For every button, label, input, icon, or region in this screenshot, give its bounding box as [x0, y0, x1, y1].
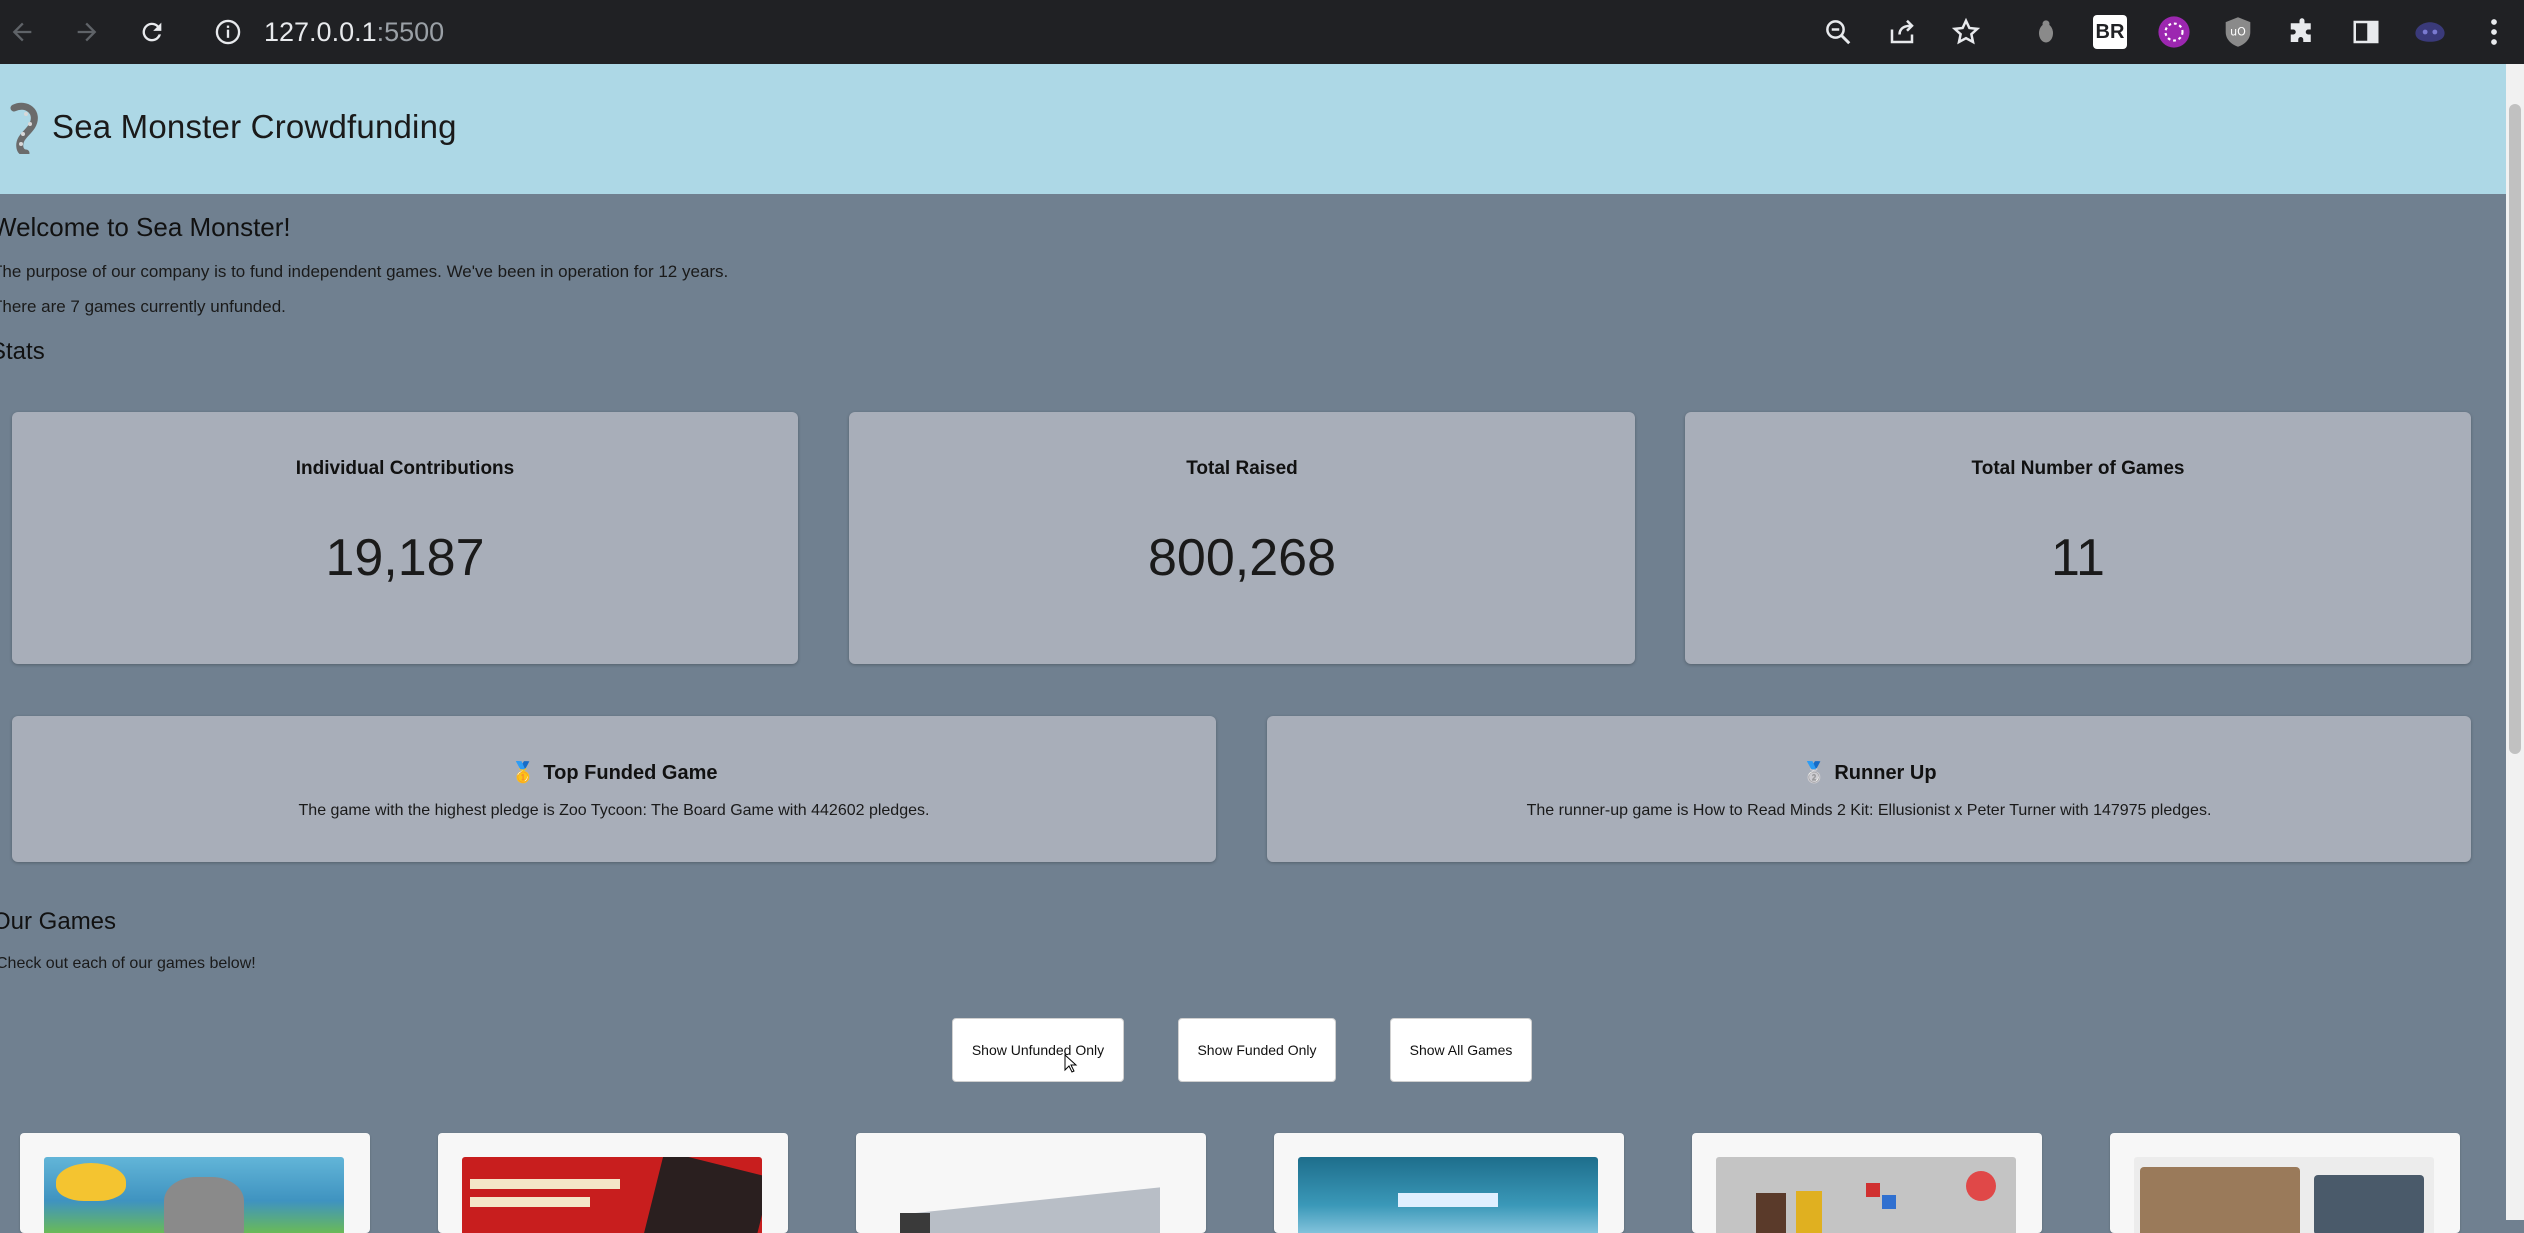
ghost-extension-icon[interactable]: [2410, 12, 2450, 52]
runner-up-description: The runner-up game is How to Read Minds …: [1526, 802, 2212, 819]
game-card[interactable]: [2110, 1133, 2460, 1233]
zoo-tycoon-game-image: [44, 1157, 344, 1233]
game-card[interactable]: [1692, 1133, 2042, 1233]
top-funded-title: 🥇 Top Funded Game: [12, 760, 1216, 785]
menu-kebab-icon[interactable]: [2474, 12, 2514, 52]
extension-bug-icon[interactable]: [2026, 12, 2066, 52]
br-extension-icon[interactable]: BR: [2090, 12, 2130, 52]
show-funded-button[interactable]: Show Funded Only: [1178, 1018, 1336, 1082]
runner-up-card: 🥈 Runner Up The runner-up game is How to …: [1267, 716, 2471, 862]
contributions-label: Individual Contributions: [295, 458, 515, 479]
puzzle-extensions-icon[interactable]: [2282, 12, 2322, 52]
bookmark-star-icon[interactable]: [1946, 12, 1986, 52]
purple-extension-icon[interactable]: [2154, 12, 2194, 52]
our-games-heading: Our Games: [0, 908, 117, 935]
adventure-board-game-image: [2134, 1157, 2434, 1233]
show-all-button[interactable]: Show All Games: [1390, 1018, 1532, 1082]
stats-heading: Stats: [0, 338, 45, 365]
mouse-cursor-icon: [1064, 1054, 1078, 1073]
game-card[interactable]: [856, 1133, 1206, 1233]
game-card[interactable]: [1274, 1133, 1624, 1233]
total-games-card: Total Number of Games 11: [1685, 412, 2471, 664]
total-raised-label: Total Raised: [1186, 458, 1298, 479]
back-icon[interactable]: [2, 12, 42, 52]
runner-up-title-text: Runner Up: [1834, 762, 1937, 784]
company-purpose-text: The purpose of our company is to fund in…: [0, 262, 729, 281]
how-to-read-minds-game-image: [462, 1157, 762, 1233]
game-card[interactable]: [20, 1133, 370, 1233]
total-games-value: 11: [2051, 529, 2105, 587]
welcome-heading: Welcome to Sea Monster!: [0, 212, 291, 242]
top-funded-card: 🥇 Top Funded Game The game with the highe…: [12, 716, 1216, 862]
site-info-icon[interactable]: [214, 18, 242, 46]
show-unfunded-button[interactable]: Show Unfunded Only: [952, 1018, 1124, 1082]
top-funded-description: The game with the highest pledge is Zoo …: [298, 802, 930, 819]
tentacle-logo-icon: [10, 102, 38, 154]
scrollbar-thumb[interactable]: [2509, 104, 2521, 754]
unfunded-count-text: There are 7 games currently unfunded.: [0, 297, 286, 316]
site-title: Sea Monster Crowdfunding: [52, 108, 457, 145]
contributions-card: Individual Contributions 19,187: [12, 412, 798, 664]
forward-icon[interactable]: [67, 12, 107, 52]
svg-text:uO: uO: [2230, 26, 2246, 39]
site-header: Sea Monster Crowdfunding: [0, 64, 2506, 194]
total-raised-card: Total Raised 800,268: [849, 412, 1635, 664]
frosthaven-game-image: [1298, 1157, 1598, 1233]
address-bar[interactable]: 127.0.0.1:5500: [214, 8, 444, 56]
game-card[interactable]: [438, 1133, 788, 1233]
share-icon[interactable]: [1882, 12, 1922, 52]
url-port: :5500: [376, 16, 445, 47]
total-games-label: Total Number of Games: [1971, 458, 2185, 479]
contributions-value: 19,187: [325, 529, 485, 587]
colorful-pieces-game-image: [1716, 1157, 2016, 1233]
page-scrollbar[interactable]: [2506, 64, 2524, 1220]
br-extension-label: BR: [2093, 15, 2127, 49]
total-raised-value: 800,268: [1148, 529, 1336, 587]
top-funded-title-text: Top Funded Game: [543, 762, 718, 784]
zoom-icon[interactable]: [1818, 12, 1858, 52]
runner-up-title: 🥈 Runner Up: [1267, 760, 2471, 785]
url-host: 127.0.0.1: [264, 16, 377, 47]
our-games-subheading: Check out each of our games below!: [0, 955, 256, 972]
ublock-icon[interactable]: uO: [2218, 12, 2258, 52]
browser-toolbar: 127.0.0.1:5500 BR uO: [0, 0, 2524, 64]
silver-medal-icon: 🥈: [1801, 762, 1827, 784]
gold-medal-icon: 🥇: [510, 762, 536, 784]
gray-box-game-image: [880, 1157, 1180, 1233]
reload-icon[interactable]: [132, 12, 172, 52]
sidebar-icon[interactable]: [2346, 12, 2386, 52]
